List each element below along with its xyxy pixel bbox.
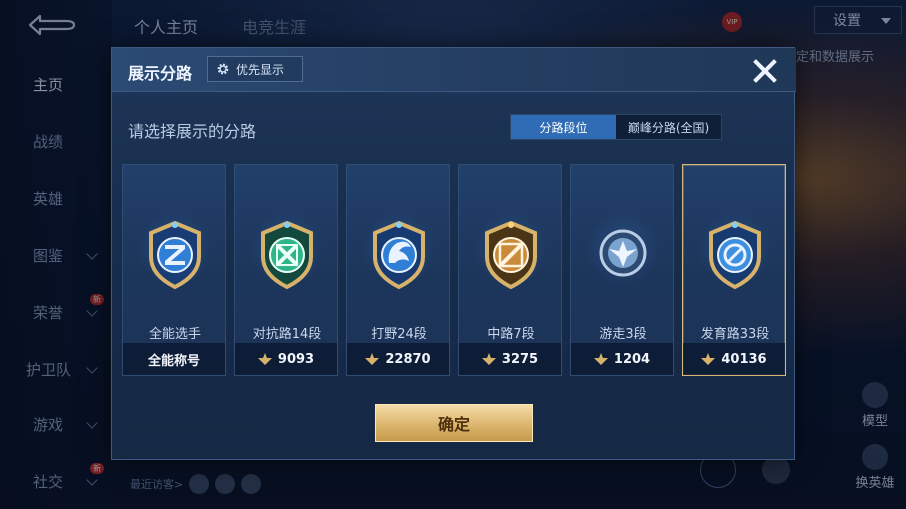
close-icon [753, 59, 777, 83]
lane-card-roam[interactable]: 游走3段 1204 [570, 164, 674, 376]
score-icon [365, 353, 380, 365]
lane-score: 3275 [501, 351, 539, 367]
lane-title-text: 全能称号 [147, 353, 200, 369]
confirm-label: 确定 [437, 415, 470, 434]
mid-lane-emblem-icon [485, 220, 537, 290]
roam-emblem-icon [599, 229, 647, 277]
tab-lane-rank[interactable]: 分路段位 [511, 115, 616, 139]
select-lane-prompt: 请选择展示的分路 [128, 122, 257, 141]
lane-name: 中路7段 [487, 327, 535, 342]
lane-footer: 全能称号 [123, 343, 225, 375]
lane-card-mid[interactable]: 中路7段 3275 [458, 164, 562, 376]
lane-footer: 1204 [571, 343, 673, 375]
gear-icon [217, 63, 229, 75]
lane-footer: 22870 [347, 343, 449, 375]
lane-name: 发育路33段 [700, 327, 770, 342]
lane-type-toggle: 分路段位 巅峰分路(全国) [510, 114, 722, 140]
score-icon [257, 353, 272, 365]
lane-cards: 全能选手 全能称号 对抗路14段 9093 打野24段 22870 中路7段 3… [122, 164, 786, 376]
lane-footer: 9093 [235, 343, 337, 375]
score-icon [481, 353, 496, 365]
lane-card-farm[interactable]: 发育路33段 40136 [682, 164, 786, 376]
lane-name: 对抗路14段 [252, 327, 322, 342]
clash-lane-emblem-icon [261, 220, 313, 290]
lane-score: 9093 [277, 351, 315, 367]
dialog-title: 展示分路 [128, 64, 193, 83]
dialog-header: 展示分路 优先显示 [112, 48, 796, 92]
farm-lane-emblem-icon [709, 220, 761, 290]
lane-name: 打野24段 [371, 327, 427, 342]
lane-footer: 3275 [459, 343, 561, 375]
lane-score: 40136 [721, 351, 767, 367]
tab-peak-lane[interactable]: 巅峰分路(全国) [616, 115, 721, 139]
lane-card-all-round[interactable]: 全能选手 全能称号 [122, 164, 226, 376]
confirm-button[interactable]: 确定 [375, 404, 533, 442]
priority-display-button[interactable]: 优先显示 [207, 56, 303, 82]
all-round-emblem-icon [149, 220, 201, 290]
lane-name: 游走3段 [599, 327, 647, 342]
lane-display-dialog: 展示分路 优先显示 请选择展示的分路 分路段位 巅峰分路(全国) 全能选手 全能… [111, 47, 796, 460]
lane-footer: 40136 [683, 343, 785, 375]
lane-card-clash[interactable]: 对抗路14段 9093 [234, 164, 338, 376]
lane-score: 22870 [385, 351, 431, 367]
lane-card-jungle[interactable]: 打野24段 22870 [346, 164, 450, 376]
lane-name: 全能选手 [148, 327, 201, 342]
close-button[interactable] [748, 54, 782, 88]
score-icon [701, 353, 716, 365]
jungle-emblem-icon [373, 220, 425, 290]
lane-score: 1204 [613, 351, 651, 367]
score-icon [593, 353, 608, 365]
priority-label: 优先显示 [236, 62, 285, 77]
